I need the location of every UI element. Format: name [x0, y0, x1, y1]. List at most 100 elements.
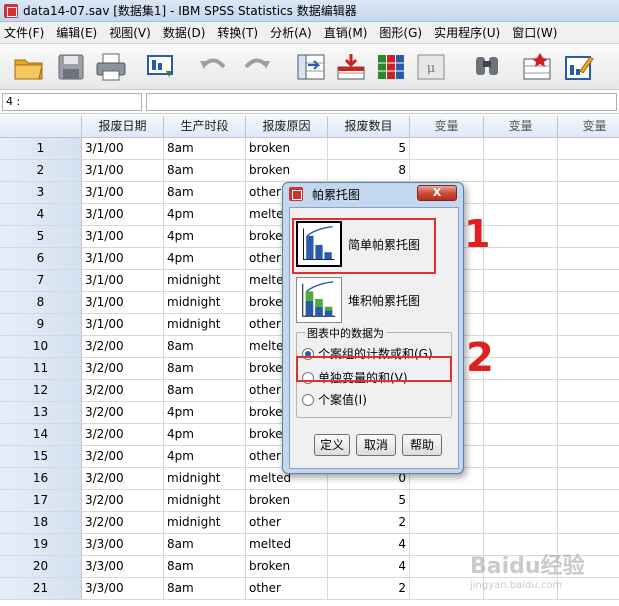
- empty-grid-cell[interactable]: [558, 292, 619, 314]
- grid-cell[interactable]: 3/2/00: [82, 380, 164, 402]
- empty-grid-cell[interactable]: [410, 138, 484, 160]
- print-icon[interactable]: [94, 51, 128, 83]
- grid-cell[interactable]: 2: [328, 512, 410, 534]
- grid-cell[interactable]: broken: [246, 138, 328, 160]
- grid-cell[interactable]: 3/1/00: [82, 314, 164, 336]
- empty-grid-cell[interactable]: [484, 468, 558, 490]
- empty-grid-cell[interactable]: [558, 336, 619, 358]
- grid-cell[interactable]: 4pm: [164, 204, 246, 226]
- grid-cell[interactable]: 5: [328, 138, 410, 160]
- find-icon[interactable]: [470, 51, 504, 83]
- goto-case-icon[interactable]: [294, 51, 328, 83]
- empty-grid-cell[interactable]: [410, 160, 484, 182]
- row-number[interactable]: 11: [0, 358, 82, 380]
- column-header[interactable]: 报废日期: [82, 116, 164, 138]
- row-number[interactable]: 15: [0, 446, 82, 468]
- grid-cell[interactable]: 3/2/00: [82, 336, 164, 358]
- empty-grid-cell[interactable]: [484, 446, 558, 468]
- grid-cell[interactable]: 4pm: [164, 226, 246, 248]
- row-number[interactable]: 7: [0, 270, 82, 292]
- menu-analyze[interactable]: 分析(A): [264, 24, 318, 41]
- grid-cell[interactable]: 8am: [164, 160, 246, 182]
- grid-cell[interactable]: 3/2/00: [82, 446, 164, 468]
- grid-cell[interactable]: 8am: [164, 138, 246, 160]
- insert-variable-icon[interactable]: [562, 51, 596, 83]
- empty-grid-cell[interactable]: [410, 490, 484, 512]
- empty-grid-cell[interactable]: [484, 380, 558, 402]
- empty-grid-cell[interactable]: [558, 512, 619, 534]
- empty-grid-cell[interactable]: [558, 270, 619, 292]
- empty-grid-cell[interactable]: [484, 226, 558, 248]
- stacked-pareto-chart-icon[interactable]: [296, 277, 342, 323]
- empty-grid-cell[interactable]: [484, 512, 558, 534]
- grid-cell[interactable]: 3/2/00: [82, 358, 164, 380]
- empty-grid-cell[interactable]: [484, 336, 558, 358]
- grid-cell[interactable]: 3/3/00: [82, 578, 164, 600]
- grid-cell[interactable]: 3/2/00: [82, 402, 164, 424]
- row-number[interactable]: 14: [0, 424, 82, 446]
- option-stacked-pareto[interactable]: 堆积帕累托图: [296, 276, 452, 324]
- empty-grid-cell[interactable]: [484, 270, 558, 292]
- menu-graphs[interactable]: 图形(G): [373, 24, 428, 41]
- row-number[interactable]: 1: [0, 138, 82, 160]
- grid-cell[interactable]: 4pm: [164, 248, 246, 270]
- row-number[interactable]: 3: [0, 182, 82, 204]
- row-number[interactable]: 2: [0, 160, 82, 182]
- row-number[interactable]: 16: [0, 468, 82, 490]
- column-header[interactable]: 变量: [558, 116, 619, 138]
- grid-cell[interactable]: 8am: [164, 336, 246, 358]
- grid-cell[interactable]: midnight: [164, 468, 246, 490]
- row-number[interactable]: 6: [0, 248, 82, 270]
- row-number[interactable]: 9: [0, 314, 82, 336]
- grid-cell[interactable]: 3/2/00: [82, 424, 164, 446]
- grid-cell[interactable]: 8am: [164, 556, 246, 578]
- empty-grid-cell[interactable]: [484, 490, 558, 512]
- row-number[interactable]: 10: [0, 336, 82, 358]
- empty-grid-cell[interactable]: [558, 314, 619, 336]
- grid-cell[interactable]: broken: [246, 490, 328, 512]
- empty-grid-cell[interactable]: [558, 248, 619, 270]
- undo-icon[interactable]: [196, 51, 230, 83]
- row-number[interactable]: 4: [0, 204, 82, 226]
- close-button[interactable]: X: [417, 185, 457, 201]
- grid-cell[interactable]: midnight: [164, 490, 246, 512]
- row-number[interactable]: 17: [0, 490, 82, 512]
- empty-grid-cell[interactable]: [484, 138, 558, 160]
- empty-grid-cell[interactable]: [484, 402, 558, 424]
- grid-cell[interactable]: 3/1/00: [82, 182, 164, 204]
- row-number[interactable]: 21: [0, 578, 82, 600]
- define-button[interactable]: 定义: [314, 434, 350, 456]
- grid-cell[interactable]: 8am: [164, 380, 246, 402]
- grid-cell[interactable]: midnight: [164, 512, 246, 534]
- empty-grid-cell[interactable]: [558, 468, 619, 490]
- empty-grid-cell[interactable]: [558, 490, 619, 512]
- radio-values-of-cases[interactable]: 个案值(I): [302, 391, 367, 408]
- grid-cell[interactable]: melted: [246, 534, 328, 556]
- grid-cell[interactable]: 8am: [164, 358, 246, 380]
- grid-cell[interactable]: 3/1/00: [82, 248, 164, 270]
- grid-cell[interactable]: 4pm: [164, 424, 246, 446]
- empty-grid-cell[interactable]: [484, 204, 558, 226]
- grid-cell[interactable]: 3/1/00: [82, 226, 164, 248]
- menu-edit[interactable]: 编辑(E): [50, 24, 103, 41]
- row-number[interactable]: 5: [0, 226, 82, 248]
- empty-grid-cell[interactable]: [484, 292, 558, 314]
- column-header[interactable]: 生产时段: [164, 116, 246, 138]
- empty-grid-cell[interactable]: [484, 182, 558, 204]
- grid-cell[interactable]: 8am: [164, 182, 246, 204]
- grid-cell[interactable]: other: [246, 578, 328, 600]
- row-number[interactable]: 19: [0, 534, 82, 556]
- empty-grid-cell[interactable]: [484, 160, 558, 182]
- grid-cell[interactable]: broken: [246, 556, 328, 578]
- empty-grid-cell[interactable]: [558, 204, 619, 226]
- empty-grid-cell[interactable]: [484, 424, 558, 446]
- empty-grid-cell[interactable]: [558, 226, 619, 248]
- corner-cell[interactable]: [0, 116, 82, 138]
- empty-grid-cell[interactable]: [410, 512, 484, 534]
- grid-cell[interactable]: 8am: [164, 534, 246, 556]
- grid-cell[interactable]: 3/1/00: [82, 204, 164, 226]
- goto-variable-icon[interactable]: [334, 51, 368, 83]
- empty-grid-cell[interactable]: [558, 160, 619, 182]
- cell-reference-field[interactable]: 4 :: [2, 93, 142, 111]
- grid-cell[interactable]: 3/3/00: [82, 556, 164, 578]
